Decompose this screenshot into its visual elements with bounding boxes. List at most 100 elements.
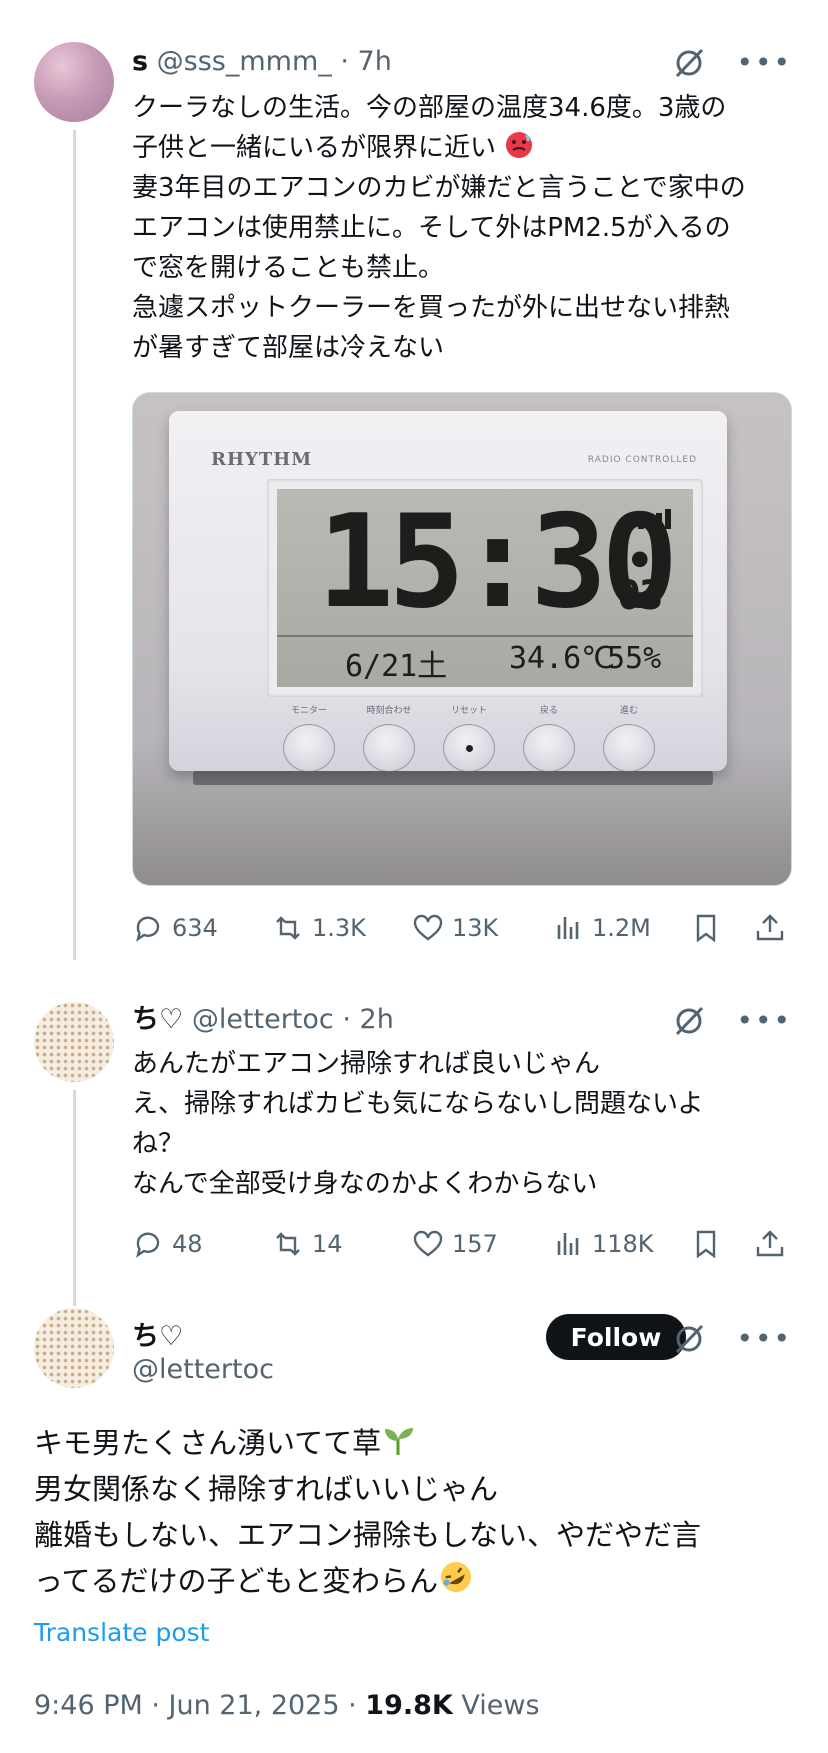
text-line: 離婚もしない、エアコン掃除もしない、やだやだ言 <box>34 1518 702 1552</box>
reply-button[interactable]: 634 <box>132 912 272 944</box>
clock-body: RHYTHM RADIO CONTROLLED 15:30 03 6/21土 3… <box>169 411 727 772</box>
views-icon <box>557 917 579 939</box>
text-line: なんで全部受け身なのかよくわからない <box>132 1169 598 1199</box>
view-count: 118K <box>592 1230 654 1258</box>
like-button[interactable]: 13K <box>412 912 552 944</box>
like-count: 13K <box>452 914 499 942</box>
hot-face-emoji-icon <box>506 132 533 158</box>
clock-button: リセット <box>439 703 499 772</box>
share-button[interactable] <box>746 912 786 944</box>
share-button[interactable] <box>746 1228 786 1260</box>
more-horizontal-icon[interactable]: ••• <box>736 48 792 78</box>
views-button[interactable]: 118K <box>552 1228 690 1260</box>
avatar[interactable] <box>34 1002 114 1082</box>
text-line: 急遽スポットクーラーを買ったが外に出せない排熱 <box>132 293 731 323</box>
text-line: が暑すぎて部屋は冷えない <box>132 333 445 363</box>
rofl-emoji-icon <box>440 1562 471 1592</box>
lcd-humidity: 55% <box>607 641 662 676</box>
text-line: ってるだけの子どもと変わらん <box>34 1558 794 1604</box>
post-top-icons: ••• <box>672 46 792 80</box>
post-top-icons: ••• <box>672 1004 792 1038</box>
lcd-frame: 15:30 03 6/21土 34.6℃ 55% <box>267 479 703 697</box>
bookmark-button[interactable] <box>690 1228 746 1260</box>
lcd-date: 6/21土 <box>345 649 448 684</box>
clock-button: 戻る <box>519 703 579 772</box>
grok-icon[interactable] <box>672 46 706 80</box>
repost-count: 1.3K <box>312 914 366 942</box>
lcd-screen: 15:30 03 6/21土 34.6℃ 55% <box>277 489 693 687</box>
share-icon <box>756 1230 784 1257</box>
text-line: で窓を開けることも禁止。 <box>132 253 445 283</box>
lcd-temperature: 34.6℃ <box>509 641 615 676</box>
view-count: 1.2M <box>592 914 651 942</box>
clock-buttons: モニター 時刻合わせ リセット 戻る 進む <box>279 703 659 772</box>
handle[interactable]: @sss_mmm_ <box>157 46 332 77</box>
post-header: ち♡ @lettertoc · 2h <box>132 1002 394 1038</box>
post-photo[interactable]: RHYTHM RADIO CONTROLLED 15:30 03 6/21土 3… <box>132 392 792 886</box>
post-actions: 48 14 157 118K <box>132 1228 798 1260</box>
text-line: 男女関係なく掃除すればいいじゃん <box>34 1472 499 1506</box>
share-icon <box>756 914 784 941</box>
repost-icon <box>276 916 300 940</box>
post-time[interactable]: · 2h <box>342 1004 393 1035</box>
heart-icon <box>413 1230 443 1257</box>
clock-shadow <box>193 771 713 785</box>
text-line: あんたがエアコン掃除すれば良いじゃん <box>132 1049 601 1079</box>
post-top-icons: ••• <box>672 1322 792 1356</box>
more-horizontal-icon[interactable]: ••• <box>736 1324 792 1354</box>
post-time[interactable]: · 7h <box>340 46 391 77</box>
repost-button[interactable]: 1.3K <box>272 912 412 944</box>
text-line: ね？ <box>132 1129 185 1159</box>
more-horizontal-icon[interactable]: ••• <box>736 1006 792 1036</box>
reply-button[interactable]: 48 <box>132 1228 272 1260</box>
avatar[interactable] <box>34 42 114 122</box>
post-timestamp[interactable]: 9:46 PM · Jun 21, 2025 · 19.8K Views <box>34 1690 540 1721</box>
grok-icon[interactable] <box>672 1004 706 1038</box>
repost-count: 14 <box>312 1230 343 1258</box>
signal-icon <box>638 509 671 529</box>
like-count: 157 <box>452 1230 498 1258</box>
display-name[interactable]: ち♡ <box>132 1314 183 1353</box>
repost-button[interactable]: 14 <box>272 1228 412 1260</box>
clock-button: 進む <box>599 703 659 772</box>
bookmark-icon <box>696 1230 716 1259</box>
thread-line <box>73 130 76 960</box>
translate-post-link[interactable]: Translate post <box>34 1618 209 1647</box>
views-button[interactable]: 1.2M <box>552 912 690 944</box>
text-line: キモ男たくさん湧いてて草 <box>34 1420 794 1466</box>
reply-icon <box>136 1232 160 1258</box>
seedling-emoji-icon <box>385 1428 414 1455</box>
display-name[interactable]: ち♡ <box>132 1004 183 1035</box>
text-line: 妻3年目のエアコンのカビが嫌だと言うことで家中の <box>132 173 746 203</box>
views-icon <box>557 1233 579 1255</box>
post-text: クーラなしの生活。今の部屋の温度34.6度。3歳の 子供と一緒にいるが限界に近い… <box>132 88 792 368</box>
lcd-divider <box>277 635 693 637</box>
reply-count: 634 <box>172 914 218 942</box>
views-count: 19.8K <box>365 1690 453 1721</box>
clock-button: モニター <box>279 703 339 772</box>
follow-button[interactable]: Follow <box>546 1314 686 1360</box>
clock-button: 時刻合わせ <box>359 703 419 772</box>
text-line: クーラなしの生活。今の部屋の温度34.6度。3歳の <box>132 93 727 123</box>
main-post-text: キモ男たくさん湧いてて草 男女関係なく掃除すればいいじゃん 離婚もしない、エアコ… <box>34 1420 794 1604</box>
like-button[interactable]: 157 <box>412 1228 552 1260</box>
text-line: エアコンは使用禁止に。そして外はPM2.5が入るの <box>132 213 731 243</box>
bookmark-button[interactable] <box>690 912 746 944</box>
display-name[interactable]: s <box>132 46 148 77</box>
avatar[interactable] <box>34 1308 114 1388</box>
text-line: え、掃除すればカビも気にならないし問題ないよ <box>132 1089 704 1119</box>
clock-brand: RHYTHM <box>211 449 313 470</box>
clock-radio-label: RADIO CONTROLLED <box>587 455 697 465</box>
grok-icon[interactable] <box>672 1322 706 1356</box>
repost-icon <box>276 1232 300 1256</box>
bookmark-icon <box>696 914 716 943</box>
handle[interactable]: @lettertoc <box>192 1004 334 1035</box>
post-header: s @sss_mmm_ · 7h <box>132 44 392 80</box>
handle[interactable]: @lettertoc <box>132 1354 274 1385</box>
thread-line <box>73 1090 76 1306</box>
post-actions: 634 1.3K 13K 1.2M <box>132 912 798 944</box>
reply-icon <box>136 916 160 942</box>
reply-count: 48 <box>172 1230 203 1258</box>
lcd-seconds: 03 <box>617 573 663 619</box>
post-text: あんたがエアコン掃除すれば良いじゃん え、掃除すればカビも気にならないし問題ない… <box>132 1044 792 1204</box>
